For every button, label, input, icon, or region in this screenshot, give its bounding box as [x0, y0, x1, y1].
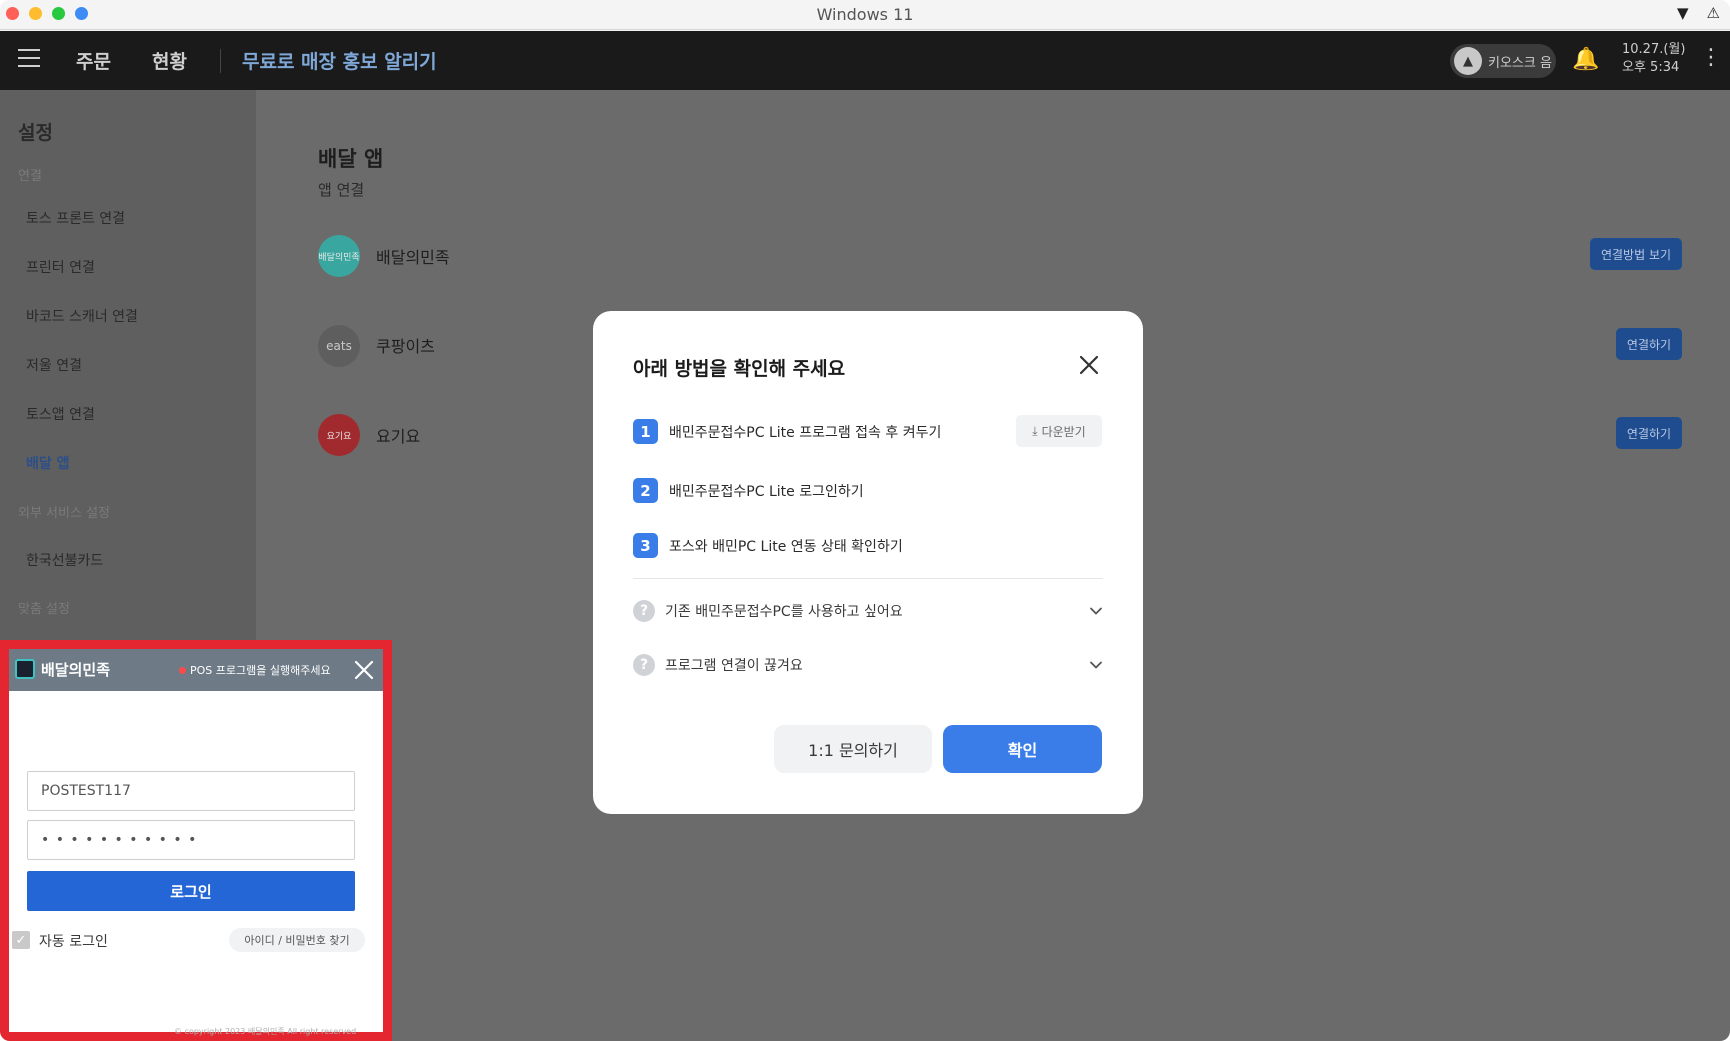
bell-icon[interactable]: 🔔 — [1572, 47, 1599, 72]
app-name-yogiyo: 요기요 — [376, 427, 421, 446]
app-name-baemin: 배달의민족 — [376, 248, 450, 267]
step-number: 1 — [633, 419, 658, 444]
kiosk-status[interactable]: ▲ 키오스크 음 — [1450, 44, 1556, 78]
baemin-howto-button[interactable]: 연결방법 보기 — [1590, 238, 1682, 270]
nav-status[interactable]: 현황 — [152, 47, 187, 74]
step-number: 3 — [633, 533, 658, 558]
copyright-text: © copyright 2023 배달의민족 All right reserve… — [174, 1027, 357, 1036]
faq-legacy-pc[interactable]: ? 기존 배민주문접수PC를 사용하고 싶어요 — [633, 597, 1103, 625]
close-icon[interactable] — [1075, 351, 1103, 379]
yogiyo-connect-button[interactable]: 연결하기 — [1616, 417, 1682, 449]
connection-guide-modal: 아래 방법을 확인해 주세요 1 배민주문접수PC Lite 프로그램 접속 후… — [593, 311, 1143, 814]
sidebar-item-toss-app[interactable]: 토스앱 연결 — [26, 404, 95, 424]
baemin-window-header: 배달의민족 POS 프로그램을 실행해주세요 — [9, 649, 383, 691]
kiosk-label: 키오스크 음 — [1488, 55, 1552, 71]
modal-divider — [633, 578, 1103, 579]
coupang-connect-button[interactable]: 연결하기 — [1616, 328, 1682, 360]
section-connect: 연결 — [18, 169, 42, 184]
step-2: 2 배민주문접수PC Lite 로그인하기 — [633, 478, 864, 503]
pos-status: POS 프로그램을 실행해주세요 — [179, 662, 331, 678]
close-icon[interactable] — [353, 659, 375, 681]
mac-window: Windows 11 ▼ ⚠ 주문 현황 무료로 매장 홍보 알리기 ▲ 키오스… — [0, 0, 1730, 1041]
top-bar: 주문 현황 무료로 매장 홍보 알리기 ▲ 키오스크 음 🔔 10.27.(월)… — [0, 31, 1730, 90]
step-text: 배민주문접수PC Lite 로그인하기 — [669, 483, 864, 500]
faq-disconnect[interactable]: ? 프로그램 연결이 끊겨요 — [633, 651, 1103, 679]
coupang-eats-logo: eats — [318, 325, 360, 367]
inquiry-button[interactable]: 1:1 문의하기 — [774, 725, 932, 773]
app-name-coupang-eats: 쿠팡이츠 — [376, 337, 435, 356]
sidebar-item-toss-front[interactable]: 토스 프론트 연결 — [26, 208, 125, 228]
promo-link[interactable]: 무료로 매장 홍보 알리기 — [242, 47, 437, 74]
dropdown-icon[interactable]: ▼ — [1677, 4, 1689, 22]
question-icon: ? — [633, 654, 655, 676]
status-dot-icon — [179, 666, 186, 674]
sidebar-item-printer[interactable]: 프린터 연결 — [26, 257, 95, 277]
sidebar-item-barcode[interactable]: 바코드 스캐너 연결 — [26, 306, 138, 326]
step-text: 배민주문접수PC Lite 프로그램 접속 후 켜두기 — [669, 424, 942, 441]
more-options-icon[interactable]: ⋮ — [1700, 45, 1722, 70]
baemin-window-title: 배달의민족 — [41, 661, 111, 679]
step-3: 3 포스와 배민PC Lite 연동 상태 확인하기 — [633, 533, 903, 558]
titlebar-right: ▼ ⚠ — [1677, 4, 1720, 22]
password-input[interactable]: • • • • • • • • • • • — [27, 820, 355, 860]
nav-order[interactable]: 주문 — [76, 47, 111, 74]
sidebar-item-scale[interactable]: 저울 연결 — [26, 355, 82, 375]
sidebar-item-delivery-app[interactable]: 배달 앱 — [26, 453, 70, 473]
modal-title: 아래 방법을 확인해 주세요 — [633, 358, 846, 380]
step-number: 2 — [633, 478, 658, 503]
datetime: 10.27.(월) 오후 5:34 — [1622, 41, 1685, 77]
chevron-down-icon — [1090, 661, 1102, 669]
find-account-button[interactable]: 아이디 / 비밀번호 찾기 — [229, 928, 365, 952]
time-text: 오후 5:34 — [1622, 60, 1680, 75]
section-subtitle: 앱 연결 — [318, 181, 365, 199]
question-icon: ? — [633, 600, 655, 622]
pos-status-text: POS 프로그램을 실행해주세요 — [190, 664, 331, 677]
chevron-down-icon — [1090, 607, 1102, 615]
nav-divider — [220, 49, 221, 73]
baemin-login-window: 배달의민족 POS 프로그램을 실행해주세요 POSTEST117 • • • … — [0, 640, 392, 1041]
auto-login-checkbox[interactable]: ✓ — [12, 931, 30, 949]
auto-login-label: 자동 로그인 — [39, 934, 108, 950]
download-label: 다운받기 — [1041, 424, 1086, 439]
faq-text: 기존 배민주문접수PC를 사용하고 싶어요 — [665, 604, 903, 620]
baemin-logo: 배달의민족 — [318, 235, 360, 277]
baemin-app-icon — [15, 659, 35, 679]
section-custom: 맞춤 설정 — [18, 602, 70, 617]
yogiyo-logo: 요기요 — [318, 414, 360, 456]
login-button[interactable]: 로그인 — [27, 871, 355, 911]
date-text: 10.27.(월) — [1622, 42, 1686, 57]
kiosk-icon: ▲ — [1454, 47, 1482, 75]
warning-icon[interactable]: ⚠ — [1707, 4, 1720, 22]
confirm-button[interactable]: 확인 — [943, 725, 1102, 773]
window-title: Windows 11 — [816, 5, 914, 24]
page-title: 배달 앱 — [318, 147, 384, 171]
sidebar-title: 설정 — [18, 122, 53, 144]
step-1: 1 배민주문접수PC Lite 프로그램 접속 후 켜두기 — [633, 419, 941, 444]
sidebar-item-prepaid-card[interactable]: 한국선불카드 — [26, 550, 103, 570]
section-external: 외부 서비스 설정 — [18, 506, 110, 521]
step-text: 포스와 배민PC Lite 연동 상태 확인하기 — [669, 538, 903, 555]
faq-text: 프로그램 연결이 끊겨요 — [665, 658, 803, 674]
mac-titlebar: Windows 11 ▼ ⚠ — [0, 0, 1730, 30]
download-icon: ⤓ — [1032, 423, 1038, 438]
id-input[interactable]: POSTEST117 — [27, 771, 355, 811]
download-button[interactable]: ⤓ 다운받기 — [1016, 415, 1102, 447]
menu-icon[interactable] — [18, 49, 40, 67]
